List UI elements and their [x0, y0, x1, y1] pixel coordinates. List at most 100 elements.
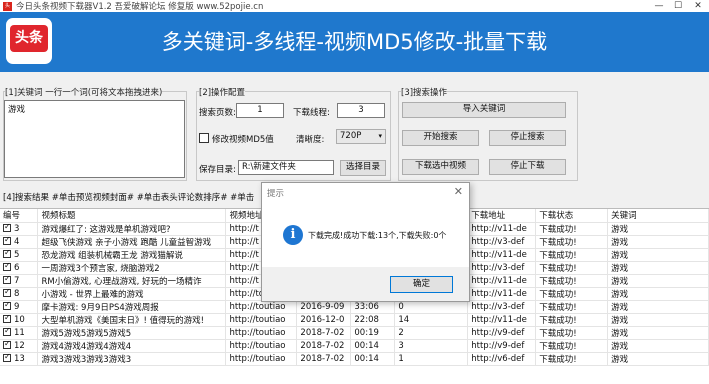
column-header[interactable]: 视频标题: [37, 209, 227, 223]
ok-button[interactable]: 确定: [390, 276, 453, 293]
clarity-select[interactable]: 720P ▾: [336, 129, 386, 144]
table-cell: 下载成功!: [535, 235, 609, 249]
table-cell: 游戏: [607, 339, 709, 353]
maximize-button[interactable]: ☐: [670, 0, 686, 12]
row-checkbox[interactable]: [3, 235, 11, 245]
row-number-cell: 4: [0, 235, 39, 249]
table-cell: 游戏: [607, 300, 709, 314]
threads-input[interactable]: 3: [337, 103, 385, 118]
keywords-textarea[interactable]: 游戏: [4, 100, 185, 178]
table-cell: 2018-7-02: [296, 339, 352, 353]
start-search-button[interactable]: 开始搜索: [402, 130, 479, 146]
row-number: 12: [14, 340, 25, 351]
pages-label: 搜索页数:: [199, 108, 236, 118]
table-cell: http://v3-def: [467, 300, 537, 314]
download-selected-button[interactable]: 下载选中视频: [402, 159, 479, 175]
pages-input[interactable]: 1: [236, 103, 284, 118]
row-number-cell: 5: [0, 248, 39, 262]
table-cell: 00:14: [350, 352, 396, 366]
threads-label: 下载线程:: [293, 108, 330, 118]
banner: 头条 多关键词-多线程-视频MD5修改-批量下载: [0, 12, 709, 72]
table-cell: 2016-12-0: [296, 313, 352, 327]
table-cell: http://v11-de: [467, 313, 537, 327]
table-cell: 游戏爆红了: 这游戏是单机游戏吧?: [37, 222, 227, 236]
column-header[interactable]: 下载地址: [467, 209, 537, 223]
dialog-close-icon[interactable]: ✕: [454, 185, 463, 198]
row-number: 8: [14, 288, 20, 299]
clarity-value: 720P: [340, 131, 362, 141]
column-header[interactable]: 关键词: [607, 209, 709, 223]
choose-dir-button[interactable]: 选择目录: [340, 160, 386, 176]
row-number: 3: [14, 223, 20, 234]
row-number: 9: [14, 301, 20, 312]
dialog-header: 提示 ✕: [262, 183, 469, 201]
minimize-button[interactable]: —: [651, 0, 667, 12]
table-cell: 下载成功!: [535, 222, 609, 236]
table-cell: 游戏: [607, 235, 709, 249]
table-cell: 游戏: [607, 313, 709, 327]
row-checkbox[interactable]: [3, 274, 11, 284]
table-cell: http://v11-de: [467, 248, 537, 262]
row-checkbox[interactable]: [3, 352, 11, 362]
table-cell: 下载成功!: [535, 248, 609, 262]
import-keywords-button[interactable]: 导入关键词: [402, 102, 566, 118]
dialog-title: 提示: [267, 189, 285, 199]
table-cell: http://toutiao: [225, 339, 298, 353]
stop-download-button[interactable]: 停止下载: [489, 159, 566, 175]
row-number-cell: 12: [0, 339, 39, 353]
row-checkbox[interactable]: [3, 300, 11, 310]
table-cell: http://v9-def: [467, 339, 537, 353]
search-group-title: [3]搜索操作: [401, 86, 448, 98]
column-header[interactable]: 编号: [0, 209, 39, 223]
dialog-footer: 确定: [262, 267, 469, 301]
table-row[interactable]: 12 游戏4游戏4游戏4游戏4http://toutiao2018-7-0200:…: [0, 339, 709, 353]
row-checkbox[interactable]: [3, 261, 11, 271]
row-number-cell: 10: [0, 313, 39, 327]
dialog-message: 下载完成!成功下载:13个,下载失败:0个: [308, 231, 447, 240]
table-cell: RM小偷游戏, 心理战游戏, 好玩的一场精诈: [37, 274, 227, 288]
close-button[interactable]: ✕: [690, 0, 706, 12]
message-dialog: 提示 ✕ i 下载完成!成功下载:13个,下载失败:0个 确定: [261, 182, 470, 302]
table-cell: http://v3-def: [467, 235, 537, 249]
row-checkbox[interactable]: [3, 326, 11, 336]
table-cell: 2018-7-02: [296, 326, 352, 340]
table-cell: 下载成功!: [535, 326, 609, 340]
table-cell: 22:08: [350, 313, 396, 327]
row-checkbox[interactable]: [3, 339, 11, 349]
window-title: 今日头条视频下载器V1.2 吾爱破解论坛 修复版 www.52pojie.cn: [16, 2, 264, 12]
stop-search-button[interactable]: 停止搜索: [489, 130, 566, 146]
row-number-cell: 9: [0, 300, 39, 314]
table-cell: 游戏: [607, 274, 709, 288]
table-row[interactable]: 10 大型单机游戏《美国末日》! 值得玩的游戏!http://toutiao201…: [0, 313, 709, 327]
row-number-cell: 6: [0, 261, 39, 275]
clarity-label: 清晰度:: [296, 135, 325, 145]
table-cell: 游戏: [607, 222, 709, 236]
table-cell: 游戏: [607, 287, 709, 301]
table-cell: 游戏: [607, 248, 709, 262]
save-dir-input[interactable]: R:\新建文件夹: [238, 160, 334, 175]
column-header[interactable]: 下载状态: [535, 209, 609, 223]
table-cell: 游戏: [607, 261, 709, 275]
row-number: 4: [14, 236, 20, 247]
table-row[interactable]: 13 游戏3游戏3游戏3游戏3http://toutiao2018-7-0200:…: [0, 352, 709, 366]
row-checkbox[interactable]: [3, 222, 11, 232]
row-number-cell: 8: [0, 287, 39, 301]
table-cell: 恐龙游戏 组装机械霸王龙 游戏猫解说: [37, 248, 227, 262]
table-cell: 2: [394, 326, 469, 340]
table-cell: 游戏4游戏4游戏4游戏4: [37, 339, 227, 353]
save-dir-label: 保存目录:: [199, 165, 236, 175]
row-checkbox[interactable]: [3, 248, 11, 258]
md5-checkbox[interactable]: [199, 133, 209, 143]
table-row[interactable]: 11 游戏5游戏5游戏5游戏5http://toutiao2018-7-0200:…: [0, 326, 709, 340]
table-cell: 下载成功!: [535, 300, 609, 314]
table-cell: 00:14: [350, 339, 396, 353]
row-checkbox[interactable]: [3, 287, 11, 297]
keywords-group-title: [1]关键词 一行一个词(可将文本拖拽进来): [5, 86, 163, 98]
md5-label: 修改视频MD5值: [212, 135, 274, 145]
row-number: 6: [14, 262, 20, 273]
table-cell: 下载成功!: [535, 261, 609, 275]
row-checkbox[interactable]: [3, 313, 11, 323]
table-cell: 一周游戏3个预言家, 烧脑游戏2: [37, 261, 227, 275]
table-cell: 14: [394, 313, 469, 327]
table-cell: http://v11-de: [467, 287, 537, 301]
